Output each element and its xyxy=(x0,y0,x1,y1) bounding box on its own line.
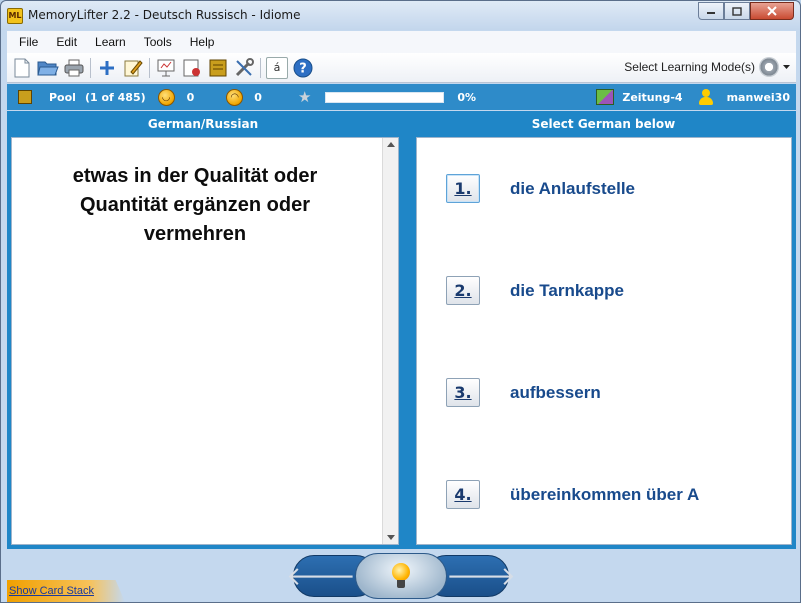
pool-icon xyxy=(18,90,32,104)
learning-mode-label: Select Learning Mode(s) xyxy=(624,60,755,74)
question-header: German/Russian xyxy=(147,117,259,131)
card-box-icon xyxy=(209,59,227,76)
maximize-icon xyxy=(732,6,742,16)
special-char-button[interactable]: á xyxy=(266,56,288,79)
app-logo-icon: ML xyxy=(7,8,23,24)
question-text: etwas in der Qualität oder Quantität erg… xyxy=(72,165,318,245)
gear-icon xyxy=(759,57,779,77)
menu-edit[interactable]: Edit xyxy=(47,35,86,49)
minimize-button[interactable] xyxy=(698,2,724,20)
special-char-icon: á xyxy=(273,61,281,74)
window-title: MemoryLifter 2.2 - Deutsch Russisch - Id… xyxy=(28,8,301,22)
question-panel: etwas in der Qualität oder Quantität erg… xyxy=(11,137,399,545)
tools-button[interactable] xyxy=(233,57,255,79)
wrong-count: 0 xyxy=(254,90,262,104)
box-label: Zeitung-4 xyxy=(622,90,683,104)
answer-button-2[interactable]: 2. xyxy=(446,276,480,305)
lightbulb-icon xyxy=(391,563,411,589)
correct-count: 0 xyxy=(186,90,195,104)
menu-learn[interactable]: Learn xyxy=(86,35,135,49)
user-icon xyxy=(698,88,713,106)
answers-header: Select German below xyxy=(531,117,676,131)
toolbar-divider xyxy=(149,57,150,78)
open-file-button[interactable] xyxy=(37,57,59,79)
new-file-button[interactable] xyxy=(11,57,33,79)
help-icon: ? xyxy=(293,58,313,77)
maximize-button[interactable] xyxy=(724,2,750,20)
minimize-icon xyxy=(707,12,715,14)
answer-button-1[interactable]: 1. xyxy=(446,174,480,203)
menu-help[interactable]: Help xyxy=(181,35,224,49)
add-card-icon xyxy=(100,60,114,75)
answer-button-4[interactable]: 4. xyxy=(446,480,480,509)
answer-text[interactable]: übereinkommen über A xyxy=(510,485,699,505)
show-card-stack-link[interactable]: Show Card Stack xyxy=(7,580,125,602)
answer-option[interactable]: 2. die Tarnkappe xyxy=(446,276,624,305)
star-icon: ★ xyxy=(297,88,312,106)
menu-file[interactable]: File xyxy=(7,35,47,49)
print-icon xyxy=(64,59,84,76)
close-button[interactable] xyxy=(750,2,794,20)
menu-tools[interactable]: Tools xyxy=(135,35,181,49)
arrow-left-icon: 🡐 xyxy=(286,561,356,592)
close-icon xyxy=(767,6,777,16)
add-card-button[interactable] xyxy=(96,57,118,79)
toolbar-divider xyxy=(260,57,261,78)
progress-bar xyxy=(325,91,445,103)
print-cards-icon xyxy=(183,59,200,76)
edit-icon xyxy=(124,59,143,76)
card-box-button[interactable] xyxy=(207,57,229,79)
user-name: manwei30 xyxy=(726,90,790,104)
answer-text[interactable]: die Tarnkappe xyxy=(510,281,624,301)
tools-icon xyxy=(235,57,254,76)
window-controls xyxy=(698,2,794,20)
show-card-stack-label[interactable]: Show Card Stack xyxy=(9,585,94,597)
open-folder-icon xyxy=(37,61,59,75)
hint-button[interactable] xyxy=(355,553,447,599)
bottom-bar: 🡐 🡒 Show Card Stack xyxy=(7,549,796,602)
question-scrollbar[interactable] xyxy=(382,138,398,544)
toolbar: á ? Select Learning Mode(s) xyxy=(7,53,796,83)
answers-panel: 1. die Anlaufstelle 2. die Tarnkappe 3. … xyxy=(416,137,792,545)
pool-count: (1 of 485) xyxy=(84,90,146,104)
correct-smiley-icon: ◡ xyxy=(157,88,175,106)
edit-card-button[interactable] xyxy=(122,57,144,79)
card-navigation: 🡐 🡒 xyxy=(286,553,516,599)
presentation-button[interactable] xyxy=(155,57,177,79)
print-cards-button[interactable] xyxy=(181,57,203,79)
app-window: ML MemoryLifter 2.2 - Deutsch Russisch -… xyxy=(0,0,801,603)
presentation-icon xyxy=(157,59,175,76)
menu-bar: File Edit Learn Tools Help xyxy=(7,31,796,53)
scroll-down-icon[interactable] xyxy=(387,535,395,540)
answer-option[interactable]: 1. die Anlaufstelle xyxy=(446,174,635,203)
answer-option[interactable]: 4. übereinkommen über A xyxy=(446,480,699,509)
toolbar-divider xyxy=(90,57,91,78)
title-bar: ML MemoryLifter 2.2 - Deutsch Russisch -… xyxy=(1,1,800,30)
answer-button-3[interactable]: 3. xyxy=(446,378,480,407)
learning-area: German/Russian Select German below etwas… xyxy=(7,111,796,549)
answer-text[interactable]: aufbessern xyxy=(510,383,601,403)
pool-label: Pool xyxy=(49,90,76,104)
box-icon xyxy=(596,89,615,105)
help-button[interactable]: ? xyxy=(292,57,314,79)
learning-mode-select[interactable]: Select Learning Mode(s) xyxy=(624,57,790,77)
answer-option[interactable]: 3. aufbessern xyxy=(446,378,601,407)
svg-text:?: ? xyxy=(299,61,307,76)
wrong-smiley-icon: ◠ xyxy=(226,88,244,106)
chevron-down-icon xyxy=(783,64,790,69)
answer-text[interactable]: die Anlaufstelle xyxy=(510,179,635,199)
status-bar: Pool (1 of 485) ◡ 0 ◠ 0 ★ 0% Zeitung-4 m… xyxy=(7,84,796,110)
new-file-icon xyxy=(14,58,30,77)
progress-label: 0% xyxy=(457,90,477,104)
print-button[interactable] xyxy=(63,57,85,79)
scroll-up-icon[interactable] xyxy=(387,142,395,147)
arrow-right-icon: 🡒 xyxy=(446,561,516,592)
